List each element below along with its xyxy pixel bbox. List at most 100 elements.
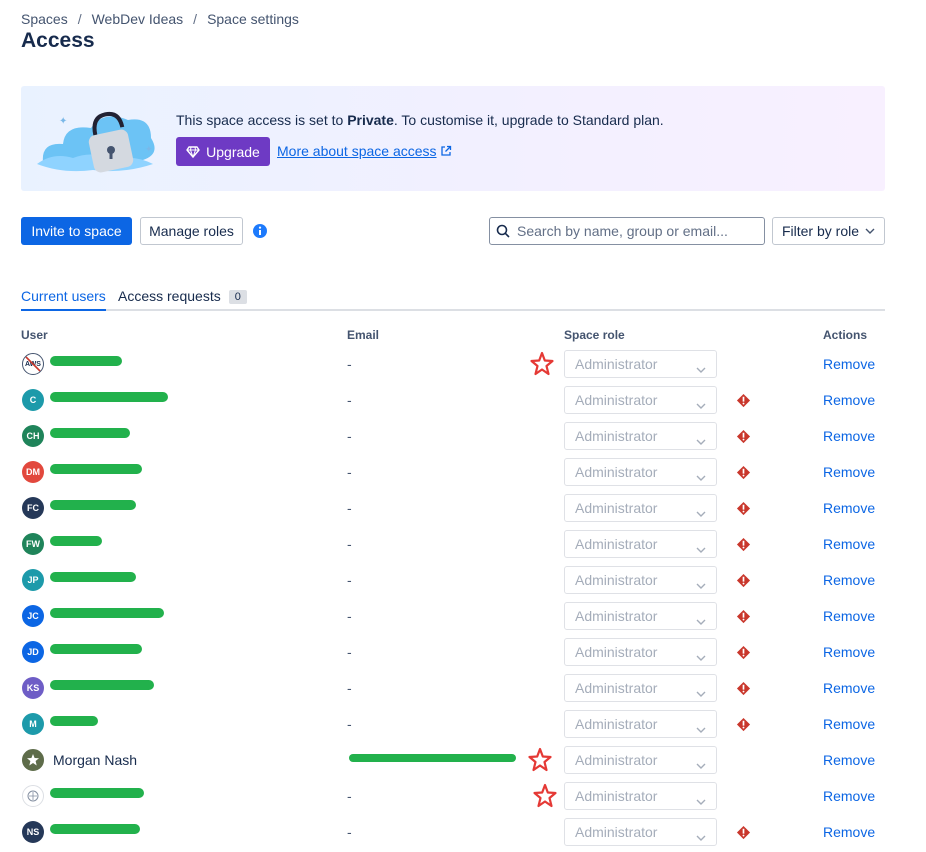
padlock-cloud-illustration: ✦ ✦ <box>37 111 155 173</box>
redaction-mark <box>50 572 136 582</box>
redaction-mark <box>50 644 142 654</box>
space-role-select[interactable]: Administrator <box>564 458 717 486</box>
chevron-down-icon <box>696 504 706 520</box>
redaction-mark <box>50 536 102 546</box>
tab-current-users[interactable]: Current users <box>21 288 106 311</box>
filter-by-role-dropdown[interactable]: Filter by role <box>772 217 885 245</box>
info-icon[interactable] <box>252 223 268 239</box>
remove-user-link[interactable]: Remove <box>823 536 875 552</box>
tab-access-requests[interactable]: Access requests 0 <box>118 288 247 311</box>
avatar: AWS <box>22 353 44 375</box>
redaction-mark <box>50 464 142 474</box>
remove-user-link[interactable]: Remove <box>823 572 875 588</box>
warning-icon <box>736 573 751 588</box>
space-role-select[interactable]: Administrator <box>564 386 717 414</box>
remove-user-link[interactable]: Remove <box>823 464 875 480</box>
avatar: M <box>22 713 44 735</box>
chevron-down-icon <box>696 540 706 556</box>
table-row: CH - Administrator Remove <box>0 418 926 454</box>
remove-user-link[interactable]: Remove <box>823 500 875 516</box>
table-row: NS - Administrator Remove <box>0 814 926 850</box>
user-email: - <box>347 392 352 408</box>
star-annotation-icon <box>533 783 557 808</box>
space-role-select[interactable]: Administrator <box>564 674 717 702</box>
page-title: Access <box>21 29 95 52</box>
more-about-space-access-link[interactable]: More about space access <box>277 143 452 159</box>
user-email: - <box>347 428 352 444</box>
tab-list: Current users Access requests 0 <box>21 284 885 311</box>
remove-user-link[interactable]: Remove <box>823 608 875 624</box>
avatar <box>22 785 44 807</box>
table-row: KS - Administrator Remove <box>0 670 926 706</box>
chevron-down-icon <box>696 360 706 376</box>
remove-user-link[interactable]: Remove <box>823 644 875 660</box>
svg-text:✦: ✦ <box>145 144 153 154</box>
invite-to-space-button[interactable]: Invite to space <box>21 217 132 245</box>
chevron-down-icon <box>696 432 706 448</box>
search-field[interactable] <box>489 217 765 245</box>
chevron-down-icon <box>696 684 706 700</box>
table-row: JC - Administrator Remove <box>0 598 926 634</box>
redaction-mark <box>50 716 98 726</box>
table-row: JD - Administrator Remove <box>0 634 926 670</box>
user-email: - <box>347 644 352 660</box>
space-role-select[interactable]: Administrator <box>564 350 717 378</box>
space-role-select[interactable]: Administrator <box>564 746 717 774</box>
chevron-down-icon <box>696 648 706 664</box>
breadcrumb-spaces[interactable]: Spaces <box>21 11 68 27</box>
remove-user-link[interactable]: Remove <box>823 428 875 444</box>
space-role-select[interactable]: Administrator <box>564 638 717 666</box>
manage-roles-button[interactable]: Manage roles <box>140 217 243 245</box>
remove-user-link[interactable]: Remove <box>823 392 875 408</box>
upgrade-button[interactable]: Upgrade <box>176 137 270 166</box>
chevron-down-icon <box>865 228 875 234</box>
warning-icon <box>736 825 751 840</box>
space-role-select[interactable]: Administrator <box>564 710 717 738</box>
space-role-select[interactable]: Administrator <box>564 566 717 594</box>
user-name: Morgan Nash <box>53 752 138 768</box>
avatar: JD <box>22 641 44 663</box>
space-role-select[interactable]: Administrator <box>564 530 717 558</box>
warning-icon <box>736 681 751 696</box>
remove-user-link[interactable]: Remove <box>823 716 875 732</box>
star-annotation-icon <box>528 747 552 772</box>
user-email: - <box>347 536 352 552</box>
table-row: DM - Administrator Remove <box>0 454 926 490</box>
space-role-select[interactable]: Administrator <box>564 782 717 810</box>
column-header-user: User <box>21 328 48 342</box>
space-role-select[interactable]: Administrator <box>564 602 717 630</box>
avatar: JC <box>22 605 44 627</box>
space-role-select[interactable]: Administrator <box>564 818 717 846</box>
remove-user-link[interactable]: Remove <box>823 356 875 372</box>
search-input[interactable] <box>517 223 757 239</box>
space-role-select[interactable]: Administrator <box>564 422 717 450</box>
remove-user-link[interactable]: Remove <box>823 788 875 804</box>
remove-user-link[interactable]: Remove <box>823 752 875 768</box>
remove-user-link[interactable]: Remove <box>823 680 875 696</box>
upgrade-banner: ✦ ✦ This space access is set to Private.… <box>21 86 885 191</box>
table-row: C - Administrator Remove <box>0 382 926 418</box>
table-row: M - Administrator Remove <box>0 706 926 742</box>
redaction-mark <box>50 500 136 510</box>
access-requests-count-badge: 0 <box>228 290 247 304</box>
table-row: FC - Administrator Remove <box>0 490 926 526</box>
chevron-down-icon <box>696 396 706 412</box>
table-row: FW - Administrator Remove <box>0 526 926 562</box>
user-email: - <box>347 716 352 732</box>
chevron-down-icon <box>696 792 706 808</box>
user-email: - <box>347 572 352 588</box>
avatar <box>22 749 44 771</box>
warning-icon <box>736 717 751 732</box>
warning-icon <box>736 537 751 552</box>
breadcrumb-space-settings[interactable]: Space settings <box>207 11 299 27</box>
user-email: - <box>347 464 352 480</box>
warning-icon <box>736 465 751 480</box>
avatar: FW <box>22 533 44 555</box>
user-email: - <box>347 500 352 516</box>
breadcrumb-space[interactable]: WebDev Ideas <box>92 11 184 27</box>
avatar: JP <box>22 569 44 591</box>
warning-icon <box>736 429 751 444</box>
remove-user-link[interactable]: Remove <box>823 824 875 840</box>
space-role-select[interactable]: Administrator <box>564 494 717 522</box>
redaction-mark <box>50 680 154 690</box>
